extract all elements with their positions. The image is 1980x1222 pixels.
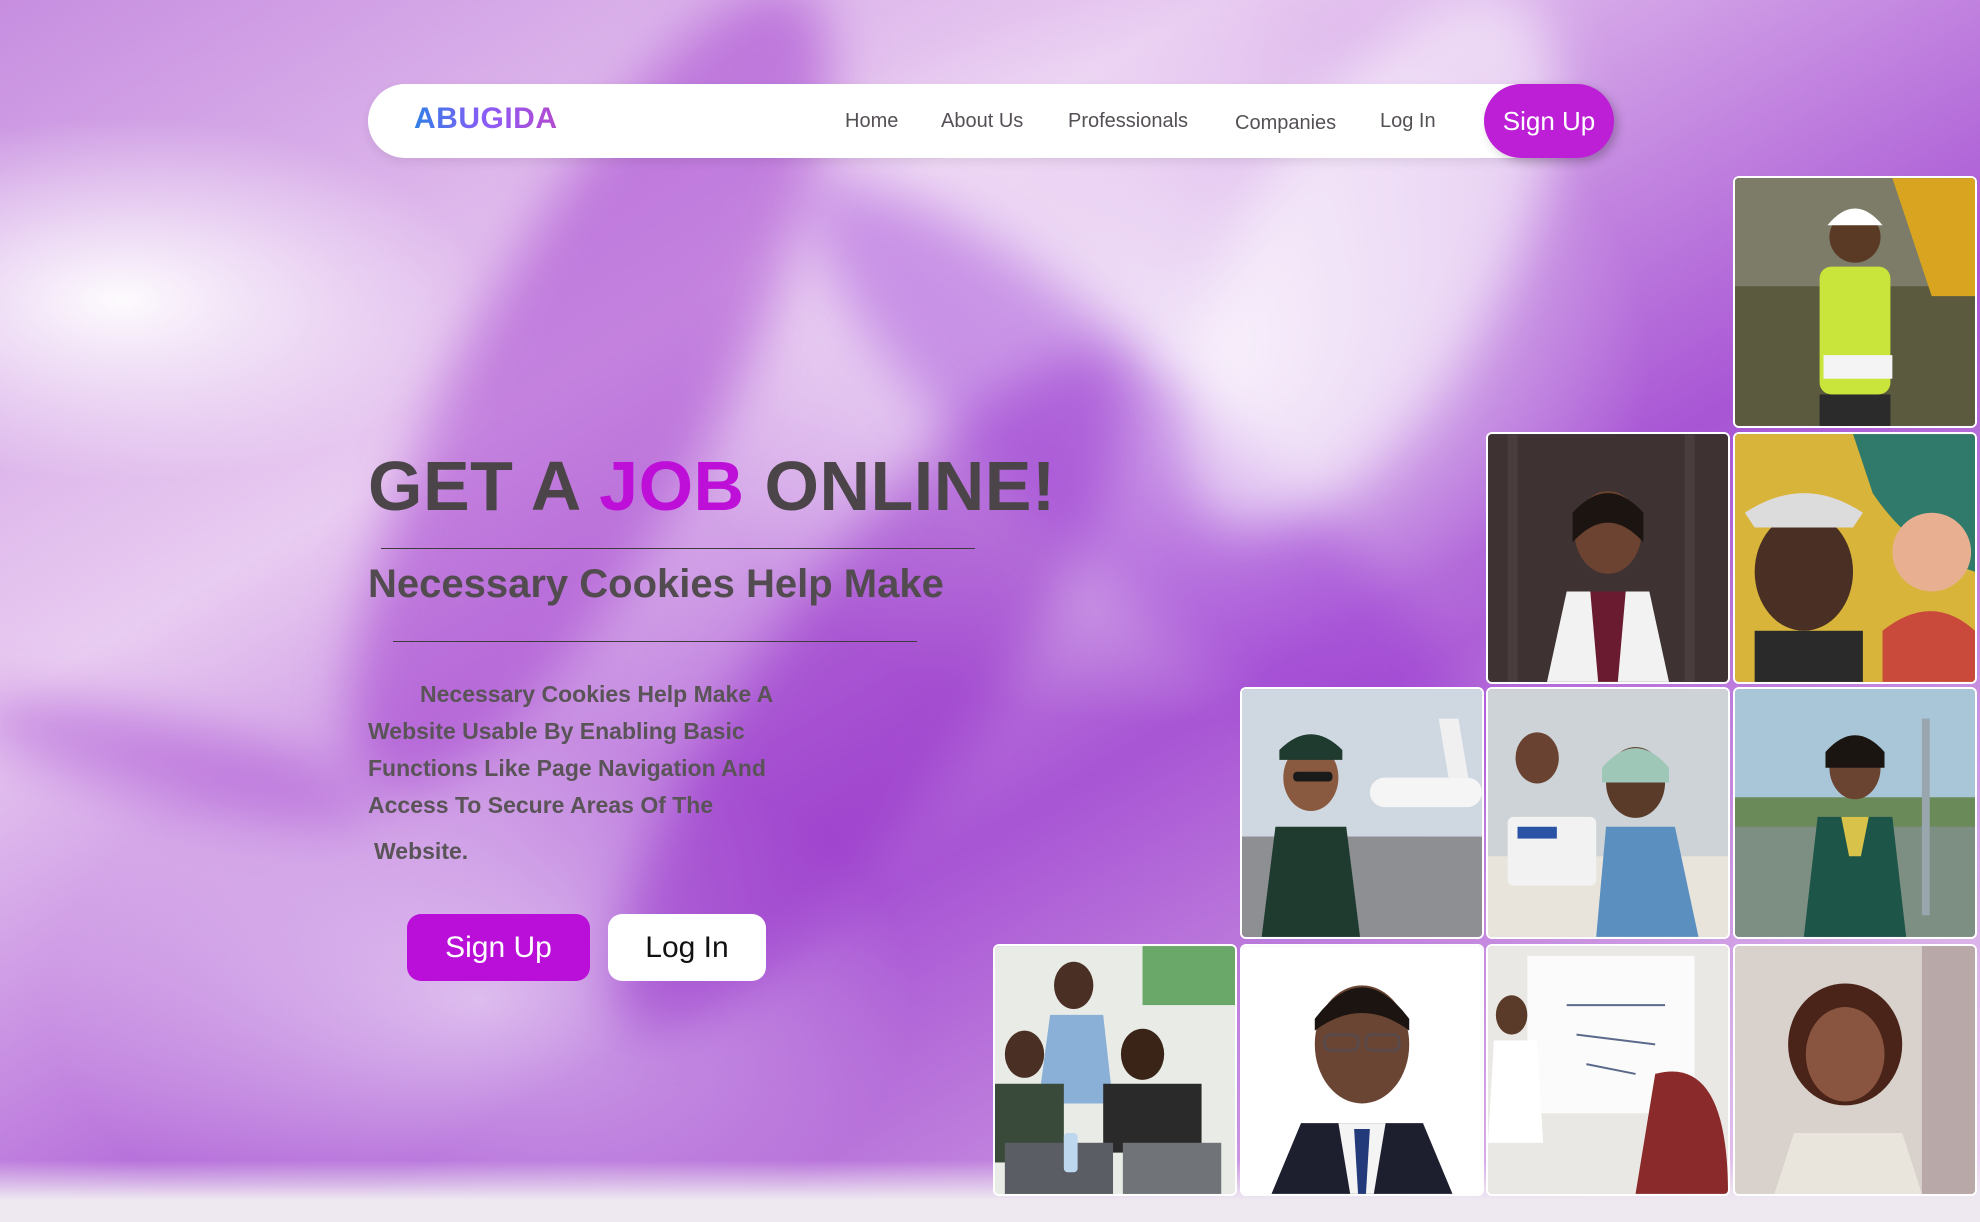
hero-description-tail: Website. [374,838,469,864]
nav-link-about-us[interactable]: About Us [941,110,1023,133]
hero-description: Necessary Cookies Help Make A Website Us… [368,681,773,818]
headline-prefix: GET A [368,447,580,525]
seamstress-photo [1486,687,1730,939]
brand-logo[interactable]: ABUGIDA [414,102,558,136]
construction-worker-photo [1733,176,1977,428]
flight-attendant-photo [1733,687,1977,939]
hero-subheading: Necessary Cookies Help Make [368,562,944,606]
painter-photo [1733,432,1977,684]
headline-divider [381,548,975,549]
nav-link-login[interactable]: Log In [1380,110,1436,133]
hero-headline: GET A JOB ONLINE! [368,446,1056,526]
top-navbar: ABUGIDA Home About Us Professionals Comp… [368,84,1614,158]
background-streak [0,670,384,850]
nav-link-home[interactable]: Home [845,110,898,133]
hero-signup-button[interactable]: Sign Up [407,914,590,981]
teacher-whiteboard-photo [1486,944,1730,1196]
subheading-divider [393,641,917,642]
doctor-photo [1486,432,1730,684]
hero-login-button[interactable]: Log In [608,914,766,981]
businesswoman-photo [1733,944,1977,1196]
nav-link-professionals[interactable]: Professionals [1068,110,1188,133]
pilot-photo [1240,687,1484,939]
headline-suffix: ONLINE! [764,447,1056,525]
headline-accent: JOB [599,447,745,525]
workshop-team-photo [993,944,1237,1196]
professional-portrait-photo [1240,944,1484,1196]
nav-signup-button[interactable]: Sign Up [1484,84,1614,158]
nav-link-companies[interactable]: Companies [1235,112,1336,135]
